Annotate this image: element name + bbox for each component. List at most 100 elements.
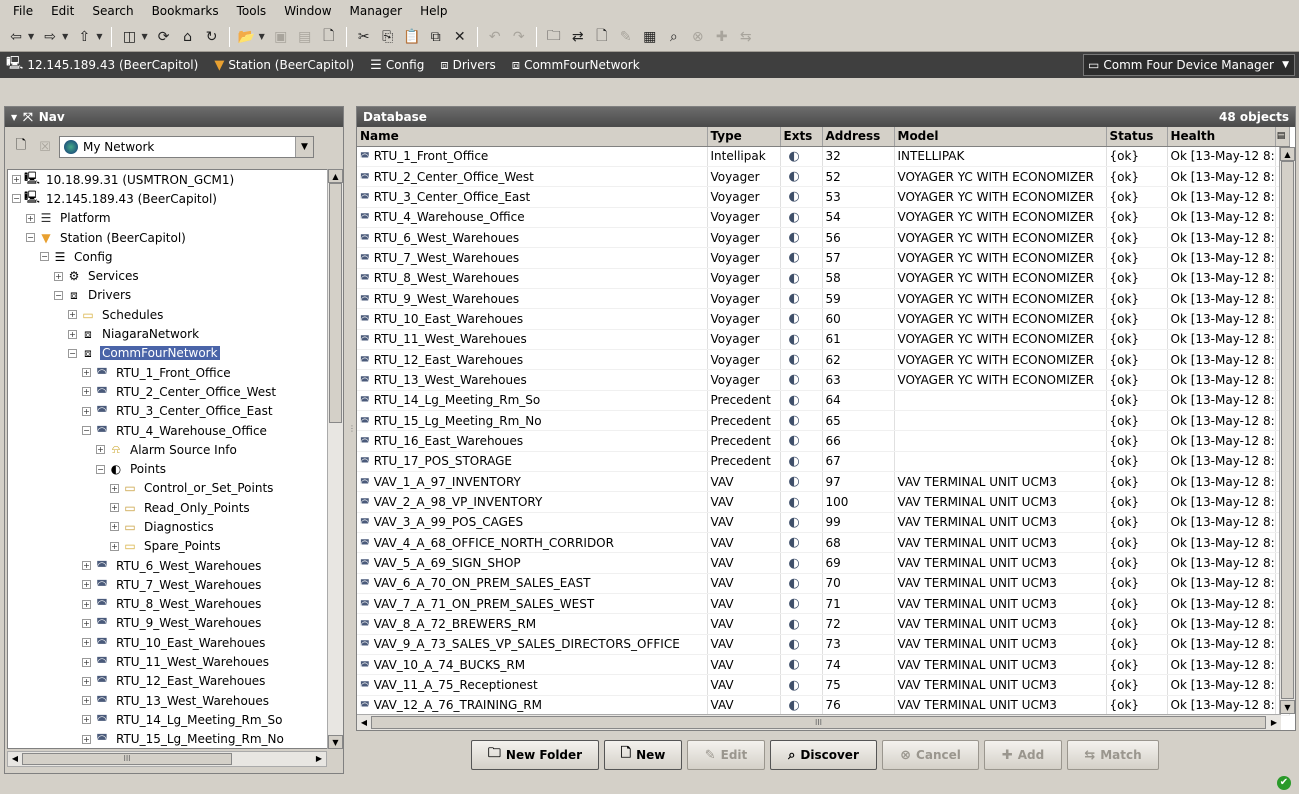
expand-icon[interactable]: + xyxy=(82,561,91,571)
points-extension-icon[interactable]: ◐ xyxy=(789,332,800,347)
table-icon[interactable]: ▦ xyxy=(639,26,661,48)
expand-icon[interactable]: + xyxy=(96,445,105,455)
chevron-down-icon[interactable]: ▼ xyxy=(141,32,147,41)
copy-icon[interactable]: ⎘ xyxy=(377,26,399,48)
points-extension-icon[interactable]: ◐ xyxy=(789,678,800,693)
nav-horizontal-scrollbar[interactable]: ◀ III ▶ xyxy=(7,751,327,767)
locator-network[interactable]: ⧈ CommFourNetwork xyxy=(506,58,650,73)
points-extension-icon[interactable]: ◐ xyxy=(789,698,800,713)
tree-node[interactable]: + ◚ RTU_13_West_Warehoues xyxy=(8,691,328,710)
locator-config[interactable]: ☰ Config xyxy=(364,58,434,73)
new-nav-icon[interactable]: 🗋 xyxy=(11,137,31,157)
collapse-icon[interactable]: ▼ xyxy=(11,113,17,122)
scroll-up-icon[interactable]: ▲ xyxy=(328,169,343,183)
points-extension-icon[interactable]: ◐ xyxy=(789,149,800,164)
add-button[interactable]: ✚ Add xyxy=(984,740,1062,770)
table-row[interactable]: ◚ RTU_15_Lg_Meeting_Rm_No Precedent ◐ 65 {ok}… xyxy=(357,410,1290,432)
column-header-exts[interactable]: Exts xyxy=(780,127,823,147)
table-row[interactable]: ◚ RTU_1_Front_Office Intellipak ◐ 32 INTELLIP… xyxy=(357,146,1290,167)
points-extension-icon[interactable]: ◐ xyxy=(789,250,800,265)
table-row[interactable]: ◚ RTU_4_Warehouse_Office Voyager ◐ 54 VOYAGER… xyxy=(357,207,1290,228)
discover-button[interactable]: ⌕ Discover xyxy=(770,740,877,770)
expand-icon[interactable]: + xyxy=(82,387,91,397)
column-header-type[interactable]: Type xyxy=(707,127,781,147)
scroll-down-icon[interactable]: ▼ xyxy=(1280,700,1295,714)
tree-node[interactable]: − ⧈ CommFourNetwork xyxy=(8,344,328,363)
tree-node[interactable]: + ◚ RTU_15_Lg_Meeting_Rm_No xyxy=(8,730,328,748)
menu-manager[interactable]: Manager xyxy=(341,4,412,18)
points-extension-icon[interactable]: ◐ xyxy=(789,474,800,489)
points-extension-icon[interactable]: ◐ xyxy=(789,393,800,408)
table-row[interactable]: ◚ VAV_11_A_75_Receptionest VAV ◐ 75 VAV TERMI… xyxy=(357,674,1290,696)
table-row[interactable]: ◚ RTU_11_West_Warehoues Voyager ◐ 61 VOYAGER … xyxy=(357,329,1290,350)
expand-icon[interactable]: + xyxy=(82,734,91,744)
points-extension-icon[interactable]: ◐ xyxy=(789,271,800,286)
back-icon[interactable]: ⇦ xyxy=(5,26,27,48)
new-folder-icon[interactable]: 🗀 xyxy=(543,26,565,48)
chevron-down-icon[interactable]: ▼ xyxy=(62,32,68,41)
tree-node[interactable]: + ⚙ Services xyxy=(8,266,328,285)
points-extension-icon[interactable]: ◐ xyxy=(789,556,800,571)
table-row[interactable]: ◚ VAV_5_A_69_SIGN_SHOP VAV ◐ 69 VAV TERMINAL … xyxy=(357,552,1290,574)
refresh-icon[interactable]: ⟳ xyxy=(153,26,175,48)
column-chooser-icon[interactable]: ▤ xyxy=(1275,127,1290,147)
tree-node[interactable]: + ◚ RTU_12_East_Warehoues xyxy=(8,672,328,691)
points-extension-icon[interactable]: ◐ xyxy=(789,230,800,245)
collapse-icon[interactable]: − xyxy=(40,252,49,262)
collapse-icon[interactable]: − xyxy=(96,464,105,474)
nav-vertical-scrollbar[interactable]: ▲ ▼ xyxy=(327,169,343,749)
expand-icon[interactable]: + xyxy=(68,329,77,339)
table-row[interactable]: ◚ RTU_12_East_Warehoues Voyager ◐ 62 VOYAGER … xyxy=(357,349,1290,371)
expand-icon[interactable]: + xyxy=(68,310,77,320)
table-row[interactable]: ◚ RTU_9_West_Warehoues Voyager ◐ 59 VOYAGER Y… xyxy=(357,288,1290,310)
points-extension-icon[interactable]: ◐ xyxy=(789,515,800,530)
expand-icon[interactable]: + xyxy=(82,599,91,609)
tree-node[interactable]: + ◚ RTU_11_West_Warehoues xyxy=(8,652,328,671)
paste-icon[interactable]: 📋 xyxy=(401,26,423,48)
table-row[interactable]: ◚ RTU_16_East_Warehoues Precedent ◐ 66 {ok} Ok… xyxy=(357,430,1290,452)
collapse-icon[interactable]: − xyxy=(82,426,91,435)
points-extension-icon[interactable]: ◐ xyxy=(789,372,800,387)
locator-station[interactable]: ▼ Station (BeerCapitol) xyxy=(208,58,364,73)
expand-icon[interactable]: + xyxy=(110,541,119,551)
collapse-icon[interactable]: − xyxy=(54,290,63,300)
tree-node[interactable]: + ◚ RTU_3_Center_Office_East xyxy=(8,402,328,421)
expand-icon[interactable]: + xyxy=(82,657,91,667)
match-button[interactable]: ⇆ Match xyxy=(1067,740,1159,770)
new-device-icon[interactable]: 🗋 xyxy=(591,26,613,48)
table-row[interactable]: ◚ RTU_8_West_Warehoues Voyager ◐ 58 VOYAGER Y… xyxy=(357,268,1290,289)
column-header-model[interactable]: Model xyxy=(894,127,1107,147)
match-disabled-icon[interactable]: ⇆ xyxy=(735,26,757,48)
expand-icon[interactable]: + xyxy=(110,483,119,493)
collapse-icon[interactable]: − xyxy=(12,194,21,204)
points-extension-icon[interactable]: ◐ xyxy=(789,169,800,184)
tree-node[interactable]: + ▭ Spare_Points xyxy=(8,537,328,556)
panel-splitter[interactable]: ⋮ xyxy=(346,106,356,774)
table-row[interactable]: ◚ VAV_3_A_99_POS_CAGES VAV ◐ 99 VAV TERMINAL … xyxy=(357,512,1290,534)
scroll-thumb[interactable]: III xyxy=(22,753,232,765)
scroll-down-icon[interactable]: ▼ xyxy=(328,735,343,749)
tree-node[interactable]: + ◚ RTU_14_Lg_Meeting_Rm_So xyxy=(8,710,328,729)
table-row[interactable]: ◚ VAV_6_A_70_ON_PREM_SALES_EAST VAV ◐ 70 VAV … xyxy=(357,573,1290,595)
table-row[interactable]: ◚ RTU_10_East_Warehoues Voyager ◐ 60 VOYAGER … xyxy=(357,308,1290,330)
tree-node[interactable]: − ▼ Station (BeerCapitol) xyxy=(8,228,328,247)
edit-icon[interactable]: ✎ xyxy=(615,26,637,48)
chevron-down-icon[interactable]: ▼ xyxy=(295,137,313,157)
points-extension-icon[interactable]: ◐ xyxy=(789,535,800,550)
cancel-button[interactable]: ⊗ Cancel xyxy=(882,740,979,770)
table-row[interactable]: ◚ RTU_3_Center_Office_East Voyager ◐ 53 VOYAG… xyxy=(357,186,1290,208)
expand-icon[interactable]: + xyxy=(82,638,91,648)
expand-icon[interactable]: + xyxy=(82,368,91,378)
expand-icon[interactable]: + xyxy=(82,676,91,686)
tree-node[interactable]: + ▭ Schedules xyxy=(8,305,328,324)
table-row[interactable]: ◚ VAV_10_A_74_BUCKS_RM VAV ◐ 74 VAV TERMINAL … xyxy=(357,654,1290,676)
expand-icon[interactable]: + xyxy=(82,618,91,628)
points-extension-icon[interactable]: ◐ xyxy=(789,617,800,632)
menu-file[interactable]: File xyxy=(4,4,42,18)
collapse-icon[interactable]: − xyxy=(26,233,35,243)
expand-icon[interactable]: + xyxy=(82,696,91,706)
duplicate-icon[interactable]: ⧉ xyxy=(425,26,447,48)
cancel-icon[interactable]: ⊗ xyxy=(687,26,709,48)
menu-search[interactable]: Search xyxy=(83,4,142,18)
scroll-right-icon[interactable]: ▶ xyxy=(312,752,326,766)
